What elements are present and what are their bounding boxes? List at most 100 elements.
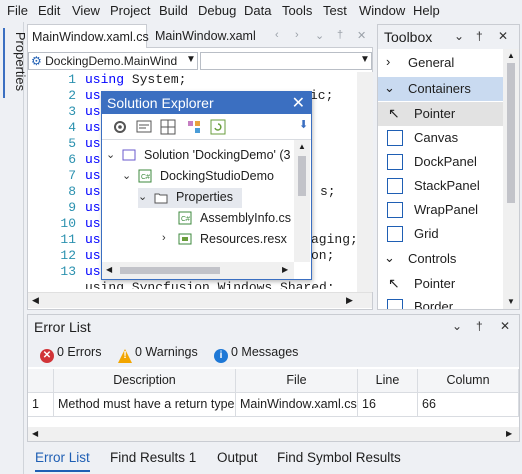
tab-find-results-1[interactable]: Find Results 1: [110, 450, 196, 465]
solution-explorer-titlebar[interactable]: Solution Explorer ✕: [102, 92, 311, 114]
scroll-up-icon[interactable]: ▲: [298, 142, 306, 151]
messages-filter-button[interactable]: i0 Messages: [214, 345, 298, 363]
warnings-filter-button[interactable]: ! 0 Warnings: [118, 345, 198, 363]
scroll-right-icon[interactable]: ▶: [282, 265, 288, 274]
code-line[interactable]: us: [85, 184, 101, 199]
tab-output[interactable]: Output: [217, 450, 258, 465]
show-all-files-icon[interactable]: [160, 119, 176, 135]
menu-window[interactable]: Window: [359, 3, 405, 18]
code-line[interactable]: us: [85, 104, 101, 119]
chevron-down-icon[interactable]: ⬇: [299, 118, 308, 131]
toolbox-group-containers[interactable]: ⌄ Containers: [378, 77, 503, 101]
menu-build[interactable]: Build: [159, 3, 188, 18]
chevron-down-icon[interactable]: ⌄: [315, 29, 324, 42]
code-line[interactable]: us: [85, 200, 101, 215]
menu-view[interactable]: View: [72, 3, 100, 18]
scrollbar-thumb[interactable]: [298, 156, 306, 196]
close-icon[interactable]: ✕: [357, 29, 366, 42]
code-line[interactable]: using System;: [85, 72, 186, 87]
column-header-file[interactable]: File: [236, 369, 358, 393]
table-cell-description[interactable]: Method must have a return type: [54, 393, 236, 417]
member-combo[interactable]: [200, 52, 372, 70]
tab-find-symbol-results[interactable]: Find Symbol Results: [277, 450, 401, 465]
pin-icon[interactable]: †: [476, 29, 483, 43]
menu-edit[interactable]: Edit: [38, 3, 60, 18]
code-line[interactable]: us: [85, 232, 101, 247]
scroll-down-icon[interactable]: ▼: [507, 297, 515, 306]
menu-debug[interactable]: Debug: [198, 3, 236, 18]
code-line[interactable]: us: [85, 152, 101, 167]
code-line[interactable]: us: [85, 88, 101, 103]
scroll-up-icon[interactable]: ▲: [507, 51, 515, 60]
editor-vertical-scrollbar[interactable]: [357, 72, 373, 292]
chevron-left-icon[interactable]: ‹: [275, 29, 279, 41]
scroll-right-icon[interactable]: ▶: [346, 295, 353, 306]
code-line[interactable]: us: [85, 216, 101, 231]
chevron-right-icon[interactable]: ›: [295, 29, 299, 41]
refresh-icon[interactable]: [210, 119, 226, 135]
close-icon[interactable]: ✕: [498, 29, 508, 43]
tab-error-list[interactable]: Error List: [35, 450, 90, 472]
chevron-right-icon[interactable]: ›: [162, 232, 174, 244]
chevron-down-icon[interactable]: ▼: [186, 54, 196, 65]
menu-test[interactable]: Test: [323, 3, 347, 18]
toolbox-item-pointer[interactable]: ↖ Pointer: [378, 102, 503, 126]
column-header-column[interactable]: Column: [418, 369, 519, 393]
close-icon[interactable]: ✕: [500, 319, 510, 333]
toolbox-group-general[interactable]: › General: [378, 51, 503, 75]
code-line[interactable]: us: [85, 120, 101, 135]
tree-item-properties[interactable]: ⌄ Properties: [138, 188, 242, 208]
properties-side-tab[interactable]: Properties: [3, 28, 28, 98]
pin-icon[interactable]: †: [337, 29, 343, 41]
column-header-line[interactable]: Line: [358, 369, 418, 393]
toolbox-item-stackpanel[interactable]: StackPanel: [378, 174, 503, 198]
toolbox-item-wrappanel[interactable]: WrapPanel: [378, 198, 503, 222]
toolbox-item-canvas[interactable]: Canvas: [378, 126, 503, 150]
menu-help[interactable]: Help: [413, 3, 440, 18]
code-line[interactable]: us: [85, 248, 101, 263]
code-line[interactable]: us: [85, 136, 101, 151]
chevron-down-icon[interactable]: ⌄: [106, 148, 118, 161]
chevron-down-icon[interactable]: ⌄: [138, 190, 150, 203]
editor-horizontal-scrollbar[interactable]: ◀ ▶: [28, 292, 372, 308]
menu-data[interactable]: Data: [244, 3, 271, 18]
gear-icon[interactable]: [112, 119, 128, 135]
menu-project[interactable]: Project: [110, 3, 150, 18]
tab-mainwindow-xaml[interactable]: MainWindow.xaml: [151, 24, 260, 48]
toolbox-group-controls[interactable]: ⌄ Controls: [378, 247, 503, 271]
scroll-left-icon[interactable]: ◀: [32, 295, 39, 306]
table-cell-column[interactable]: 66: [418, 393, 519, 417]
scrollbar-thumb[interactable]: [120, 267, 220, 274]
scroll-left-icon[interactable]: ◀: [106, 265, 112, 274]
table-cell-line[interactable]: 16: [358, 393, 418, 417]
toolbox-item-border[interactable]: Border: [378, 295, 503, 309]
menu-file[interactable]: File: [7, 3, 28, 18]
solution-explorer-horizontal-scrollbar[interactable]: ◀ ▶: [102, 262, 294, 279]
type-combo[interactable]: ⚙ DockingDemo.MainWind: [28, 52, 198, 70]
toolbox-item-grid[interactable]: Grid: [378, 222, 503, 246]
scrollbar-thumb[interactable]: [507, 63, 515, 203]
properties-icon[interactable]: [136, 119, 152, 135]
pin-icon[interactable]: †: [476, 319, 483, 333]
scroll-right-icon[interactable]: ▶: [506, 429, 512, 438]
chevron-down-icon[interactable]: ⌄: [452, 319, 462, 333]
class-diagram-icon[interactable]: [186, 119, 202, 135]
toolbox-item-pointer[interactable]: ↖ Pointer: [378, 272, 503, 296]
scroll-left-icon[interactable]: ◀: [32, 429, 38, 438]
chevron-down-icon[interactable]: ▼: [360, 54, 370, 65]
code-line[interactable]: us: [85, 168, 101, 183]
column-header-description[interactable]: Description: [54, 369, 236, 393]
menu-tools[interactable]: Tools: [282, 3, 312, 18]
table-cell-num[interactable]: 1: [28, 393, 54, 417]
tab-mainwindow-xaml-cs[interactable]: MainWindow.xaml.cs: [27, 24, 149, 48]
toolbox-vertical-scrollbar[interactable]: ▲ ▼: [503, 49, 519, 309]
close-icon[interactable]: ✕: [292, 93, 305, 113]
table-cell-file[interactable]: MainWindow.xaml.cs: [236, 393, 358, 417]
code-line[interactable]: us: [85, 264, 101, 279]
solution-explorer-vertical-scrollbar[interactable]: ▲: [294, 140, 310, 262]
error-list-horizontal-scrollbar[interactable]: ◀ ▶: [28, 427, 519, 441]
chevron-down-icon[interactable]: ⌄: [122, 169, 134, 182]
errors-filter-button[interactable]: ✕ 0 Errors: [40, 345, 101, 363]
toolbox-item-dockpanel[interactable]: DockPanel: [378, 150, 503, 174]
chevron-down-icon[interactable]: ⌄: [454, 29, 464, 43]
